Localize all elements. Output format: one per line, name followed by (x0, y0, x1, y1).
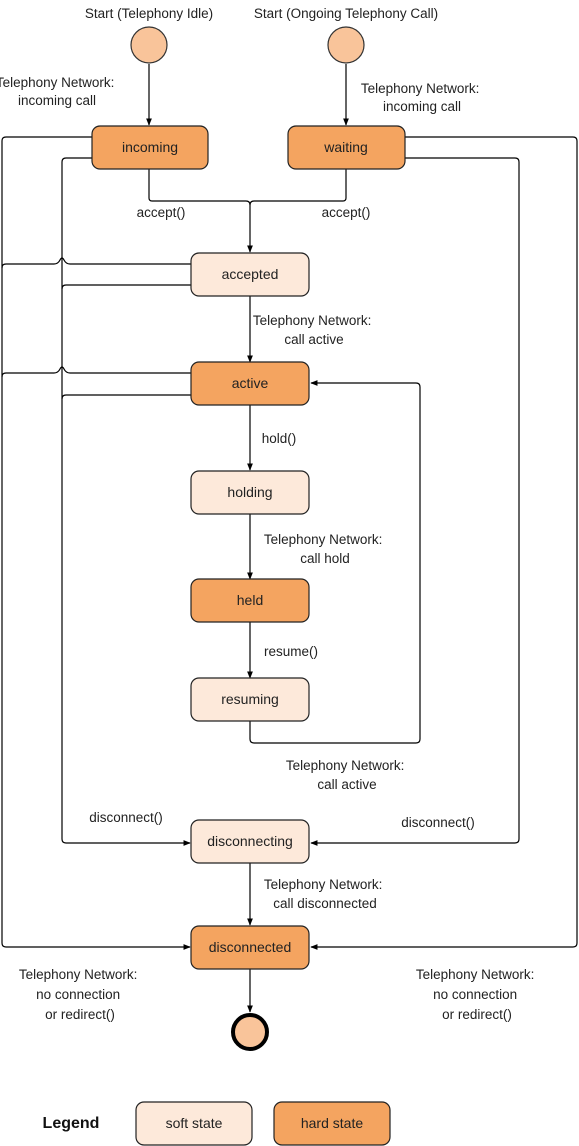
start-ongoing-circle (327, 26, 365, 64)
state-active-label: active (232, 375, 269, 391)
start-idle-label: Start (Telephony Idle) (85, 6, 213, 21)
label-waiting-accept: accept() (322, 205, 371, 220)
edge-active-to-outer-left (1, 366, 191, 378)
state-disconnected[interactable]: disconnected (190, 925, 310, 970)
label-resuming-to-active: Telephony Network: call active (286, 758, 408, 792)
label-accepted-to-active: Telephony Network: call active (253, 313, 375, 347)
state-disconnecting-label: disconnecting (207, 833, 293, 849)
label-incoming-accept: accept() (137, 205, 186, 220)
state-accepted[interactable]: accepted (190, 252, 310, 297)
legend-title: Legend (43, 1115, 100, 1132)
state-waiting-label: waiting (323, 139, 368, 155)
legend-hard-label: hard state (301, 1115, 363, 1131)
edge-inner-right-to-disconnecting (310, 157, 520, 846)
label-ongoing-to-waiting: Telephony Network: incoming call (361, 81, 483, 114)
label-holding-to-held: Telephony Network: call hold (264, 532, 386, 566)
state-held-label: held (237, 592, 263, 608)
edge-active-to-inner-left (61, 394, 191, 400)
transition-labels: Telephony Network: incoming call Telepho… (0, 75, 538, 1022)
label-disconnect-left: disconnect() (89, 810, 163, 825)
label-disconnect-right: disconnect() (401, 815, 475, 830)
start-idle-circle (130, 26, 168, 64)
legend-hard-state: hard state (273, 1101, 391, 1146)
edge-inner-left-to-disconnecting (61, 157, 191, 846)
start-node-idle: Start (Telephony Idle) (85, 6, 213, 64)
state-holding-label: holding (227, 484, 272, 500)
label-no-connection-left: Telephony Network: no connection or redi… (19, 967, 141, 1022)
edge-outer-left-to-disconnected (1, 136, 191, 950)
start-node-ongoing: Start (Ongoing Telephony Call) (254, 6, 438, 64)
legend-soft-state: soft state (135, 1101, 253, 1146)
final-node (231, 1013, 269, 1051)
label-idle-to-incoming: Telephony Network: incoming call (0, 75, 118, 108)
edge-waiting-accept (249, 169, 347, 206)
state-diagram: Start (Telephony Idle) Start (Ongoing Te… (0, 6, 578, 1146)
state-holding[interactable]: holding (190, 470, 310, 515)
label-disconnecting-to-disconnected: Telephony Network: call disconnected (264, 877, 386, 911)
state-incoming[interactable]: incoming (91, 125, 209, 170)
edge-accepted-to-outer-left (1, 257, 191, 269)
edge-accepted-to-inner-left (61, 284, 191, 290)
label-no-connection-right: Telephony Network: no connection or redi… (416, 967, 538, 1022)
state-resuming[interactable]: resuming (190, 677, 310, 722)
state-disconnected-label: disconnected (209, 939, 292, 955)
state-waiting[interactable]: waiting (287, 125, 406, 170)
state-active[interactable]: active (190, 361, 310, 406)
legend: Legend soft state hard state (43, 1101, 391, 1146)
state-disconnecting[interactable]: disconnecting (190, 819, 310, 864)
state-resuming-label: resuming (221, 691, 279, 707)
start-ongoing-label: Start (Ongoing Telephony Call) (254, 6, 438, 21)
legend-soft-label: soft state (166, 1115, 223, 1131)
state-accepted-label: accepted (222, 266, 279, 282)
label-held-resume: resume() (264, 644, 318, 659)
state-incoming-label: incoming (122, 139, 178, 155)
label-active-hold: hold() (262, 431, 297, 446)
state-held[interactable]: held (190, 578, 310, 623)
